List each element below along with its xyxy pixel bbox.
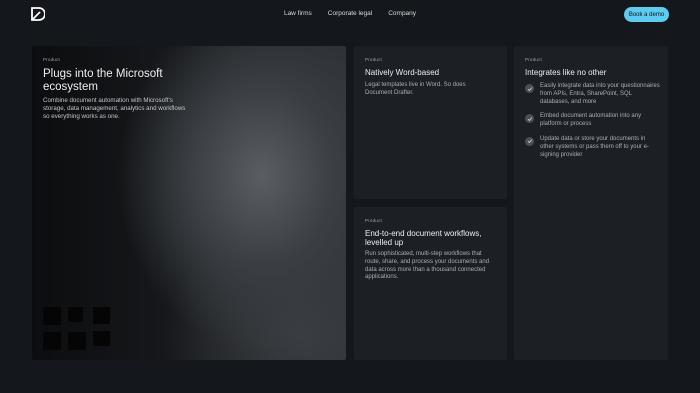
check-icon [525,136,534,146]
decorative-squares [43,307,113,351]
square-shape [68,307,83,322]
card-title: Plugs into the Microsoft ecosystem [43,68,163,93]
card-microsoft-ecosystem: Product Plugs into the Microsoft ecosyst… [32,46,346,360]
card-natively-word-based: Product Natively Word-based Legal templa… [354,46,507,199]
list-item-text: Easily integrate data into your question… [540,83,660,105]
card-title: End-to-end document workflows, levelled … [365,229,482,248]
card-title: Natively Word-based [365,68,440,77]
list-item-text: Embed document automation into any platf… [540,113,642,128]
card-label: Product [525,57,542,62]
feature-list: Easily integrate data into your question… [525,83,660,166]
card-label: Product [43,57,60,62]
check-icon [525,114,534,124]
card-title: Integrates like no other [525,68,607,77]
list-item: Embed document automation into any platf… [525,113,660,129]
list-item-text: Update data or store your documents in o… [540,135,649,158]
square-shape [68,332,86,350]
nav-link-law-firms[interactable]: Law firms [284,10,312,17]
nav-links: Law firms Corporate legal Company [0,10,700,17]
nav-link-company[interactable]: Company [388,10,416,17]
list-item: Update data or store your documents in o… [525,136,660,159]
list-item: Easily integrate data into your question… [525,83,660,106]
top-nav: Law firms Corporate legal Company Book a… [0,0,700,30]
square-shape [93,331,110,346]
square-shape [43,307,61,325]
nav-link-corporate-legal[interactable]: Corporate legal [328,10,372,17]
card-body: Legal templates live in Word. So does Do… [365,82,466,96]
card-body: Run sophisticated, multi-step workflows … [365,251,490,281]
card-document-workflows: Product End-to-end document workflows, l… [354,207,507,360]
square-shape [43,332,61,350]
card-label: Product [365,218,382,223]
card-label: Product [365,57,382,62]
square-shape [93,307,110,324]
book-demo-button[interactable]: Book a demo [624,7,669,22]
check-icon [525,84,534,93]
card-body: Combine document automation with Microso… [43,97,186,121]
card-integrates: Product Integrates like no other Easily … [514,46,668,360]
